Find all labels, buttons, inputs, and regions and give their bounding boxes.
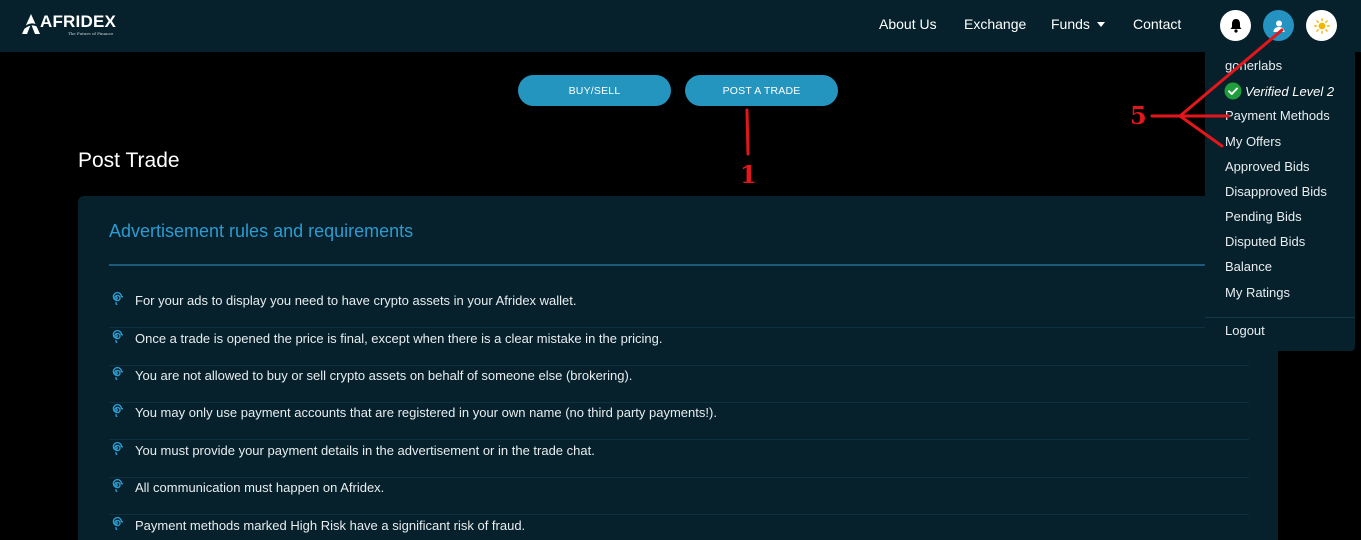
nav-funds-label: Funds [1051, 16, 1090, 32]
theme-toggle-button[interactable] [1306, 10, 1337, 41]
bell-icon [1230, 19, 1241, 33]
dropdown-username[interactable]: gonerlabs [1225, 58, 1282, 73]
menu-disapproved-bids[interactable]: Disapproved Bids [1225, 184, 1327, 199]
logo-mark-icon [22, 14, 40, 34]
post-trade-button[interactable]: POST A TRADE [685, 75, 838, 106]
top-navbar: AFRIDEX The Future of Finance About Us E… [0, 0, 1361, 52]
rules-heading: Advertisement rules and requirements [109, 221, 414, 241]
rule-text: You are not allowed to buy or sell crypt… [135, 368, 633, 383]
menu-disputed-bids[interactable]: Disputed Bids [1225, 234, 1305, 249]
logo-tagline: The Future of Finance [68, 31, 114, 36]
spiral-icon [112, 403, 123, 417]
verified-level-text: Verified Level 2 [1245, 83, 1335, 99]
rule-text: Once a trade is opened the price is fina… [135, 331, 663, 346]
check-circle-icon [1224, 82, 1242, 100]
rule-item: You must provide your payment details in… [109, 441, 1249, 478]
annotation-number-5: 5 [1130, 101, 1147, 130]
user-menu-button[interactable] [1263, 10, 1294, 41]
annotation-line-1 [745, 108, 750, 156]
afridex-logo[interactable]: AFRIDEX The Future of Finance [20, 12, 120, 38]
rule-item: All communication must happen on Afridex… [109, 478, 1249, 515]
rule-item: For your ads to display you need to have… [109, 291, 1249, 328]
menu-my-ratings[interactable]: My Ratings [1225, 285, 1290, 300]
nav-exchange[interactable]: Exchange [964, 16, 1026, 32]
nav-funds[interactable]: Funds [1051, 16, 1105, 32]
rule-item: You may only use payment accounts that a… [109, 403, 1249, 440]
sun-icon [1313, 17, 1330, 34]
menu-approved-bids[interactable]: Approved Bids [1225, 159, 1310, 174]
spiral-icon [112, 441, 123, 455]
menu-logout[interactable]: Logout [1225, 323, 1265, 338]
menu-payment-methods[interactable]: Payment Methods [1225, 108, 1330, 123]
nav-contact[interactable]: Contact [1133, 16, 1181, 32]
rule-item: Once a trade is opened the price is fina… [109, 329, 1249, 366]
rule-text: All communication must happen on Afridex… [135, 480, 385, 495]
spiral-icon [112, 329, 123, 343]
user-icon [1273, 20, 1284, 32]
notifications-button[interactable] [1220, 10, 1251, 41]
spiral-icon [112, 366, 123, 380]
rule-text: Payment methods marked High Risk have a … [135, 518, 526, 533]
menu-my-offers[interactable]: My Offers [1225, 134, 1281, 149]
page-title: Post Trade [78, 149, 180, 172]
verified-badge: Verified Level 2 [1224, 82, 1334, 100]
rule-item: Payment methods marked High Risk have a … [109, 516, 1249, 540]
spiral-icon [112, 516, 123, 530]
logo-text: AFRIDEX [40, 12, 117, 31]
rule-item: You are not allowed to buy or sell crypt… [109, 366, 1249, 403]
heading-divider [109, 264, 1249, 266]
menu-divider [1205, 317, 1355, 318]
spiral-icon [112, 291, 123, 305]
user-dropdown-menu: gonerlabs Verified Level 2 Payment Metho… [1205, 52, 1355, 351]
menu-pending-bids[interactable]: Pending Bids [1225, 209, 1302, 224]
annotation-number-1: 1 [740, 160, 757, 189]
rules-card: Advertisement rules and requirements For… [78, 196, 1278, 540]
caret-down-icon [1096, 21, 1105, 27]
rule-text: For your ads to display you need to have… [135, 293, 577, 308]
menu-balance[interactable]: Balance [1225, 259, 1272, 274]
spiral-icon [112, 478, 123, 492]
nav-about-us[interactable]: About Us [879, 16, 937, 32]
rule-text: You must provide your payment details in… [135, 443, 595, 458]
buy-sell-button[interactable]: BUY/SELL [518, 75, 671, 106]
rule-text: You may only use payment accounts that a… [135, 405, 717, 420]
